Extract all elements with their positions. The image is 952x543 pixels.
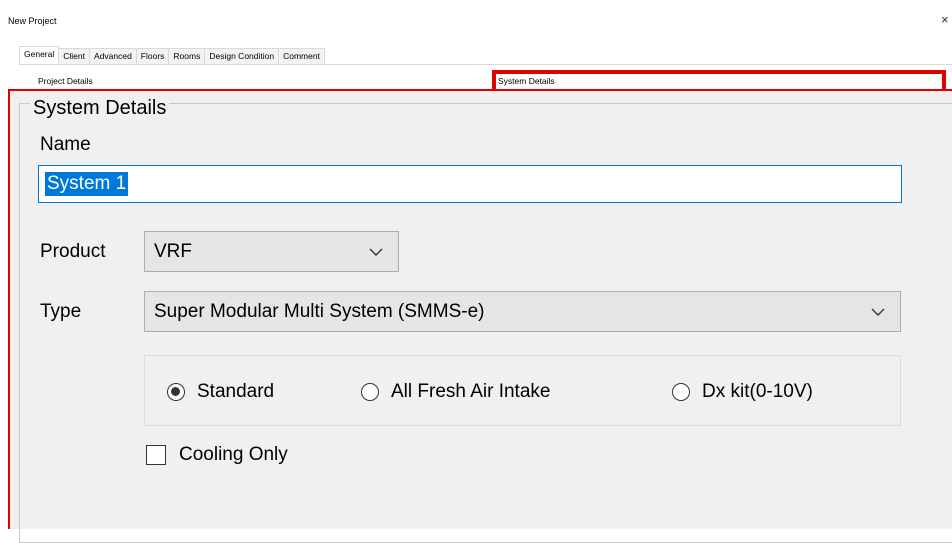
radio-standard[interactable]: Standard bbox=[167, 381, 274, 403]
type-label: Type bbox=[40, 301, 82, 322]
tab-advanced[interactable]: Advanced bbox=[88, 48, 137, 64]
name-label: Name bbox=[40, 134, 91, 155]
project-details-group-label: Project Details bbox=[38, 76, 93, 86]
radio-dx-kit-indicator[interactable] bbox=[672, 383, 690, 401]
cooling-only-label: Cooling Only bbox=[179, 444, 288, 465]
tab-bar: General Client Advanced Floors Rooms Des… bbox=[19, 46, 325, 64]
product-select-value: VRF bbox=[154, 241, 192, 262]
system-name-value: System 1 bbox=[45, 172, 129, 196]
tab-design-condition[interactable]: Design Condition bbox=[204, 48, 280, 64]
tab-divider bbox=[19, 64, 952, 65]
tab-floors[interactable]: Floors bbox=[135, 48, 170, 64]
radio-dx-kit[interactable]: Dx kit(0-10V) bbox=[672, 381, 813, 403]
system-name-input[interactable]: System 1 bbox=[38, 165, 902, 203]
tab-rooms[interactable]: Rooms bbox=[168, 48, 206, 64]
cooling-only-checkbox-box[interactable] bbox=[146, 445, 166, 465]
window-title: New Project bbox=[8, 16, 57, 26]
radio-standard-label: Standard bbox=[197, 381, 275, 402]
tab-comment[interactable]: Comment bbox=[278, 48, 325, 64]
chevron-down-icon bbox=[369, 248, 383, 256]
tab-client[interactable]: Client bbox=[58, 48, 90, 64]
type-select-value: Super Modular Multi System (SMMS-e) bbox=[154, 301, 485, 322]
system-details-title: System Details bbox=[30, 97, 170, 119]
radio-all-fresh-air-intake-label: All Fresh Air Intake bbox=[391, 381, 551, 402]
radio-all-fresh-air-intake[interactable]: All Fresh Air Intake bbox=[361, 381, 550, 403]
close-icon[interactable]: × bbox=[941, 12, 949, 27]
chevron-down-icon bbox=[871, 308, 885, 316]
radio-standard-indicator[interactable] bbox=[167, 383, 185, 401]
product-label: Product bbox=[40, 241, 106, 262]
radio-all-fresh-air-intake-indicator[interactable] bbox=[361, 383, 379, 401]
type-select[interactable]: Super Modular Multi System (SMMS-e) bbox=[144, 291, 901, 332]
cooling-only-checkbox[interactable]: Cooling Only bbox=[146, 443, 288, 467]
radio-dx-kit-label: Dx kit(0-10V) bbox=[702, 381, 813, 402]
system-details-zoom-panel: System Details Name System 1 Product VRF… bbox=[8, 89, 952, 543]
product-select[interactable]: VRF bbox=[144, 231, 399, 272]
system-type-radio-group: Standard All Fresh Air Intake Dx kit(0-1… bbox=[144, 355, 901, 426]
tab-general[interactable]: General bbox=[19, 46, 60, 64]
